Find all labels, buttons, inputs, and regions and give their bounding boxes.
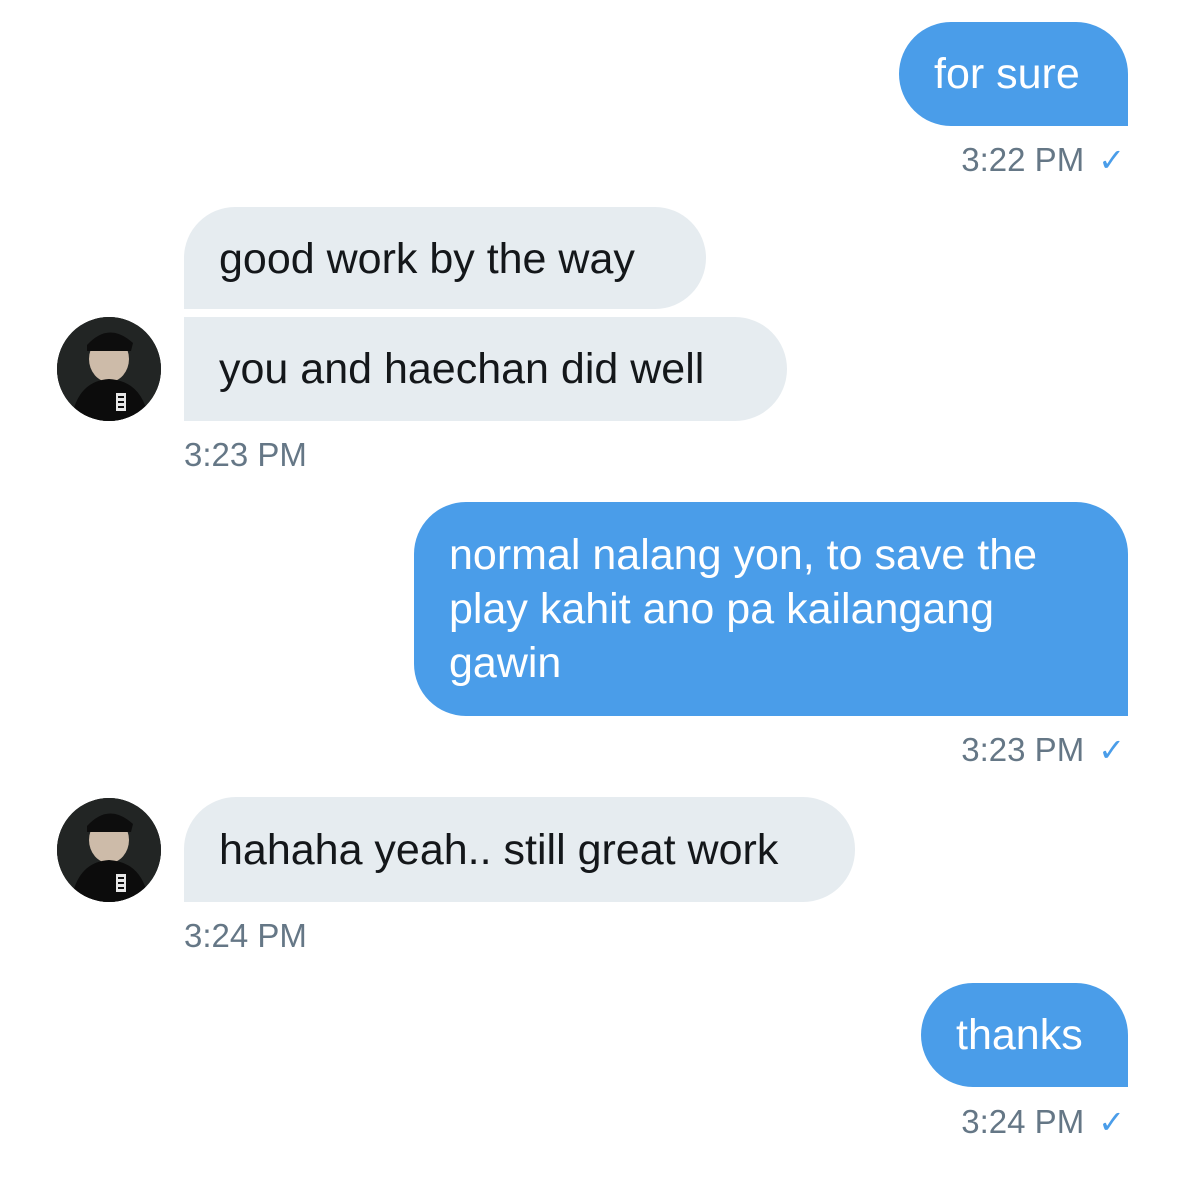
checkmark-icon: ✓	[1098, 142, 1125, 178]
avatar[interactable]	[57, 317, 161, 421]
message-text: for sure	[934, 50, 1080, 98]
message-text-line: play kahit ano pa kailangang	[449, 585, 995, 633]
message-bubble-received[interactable]: you and haechan did well	[184, 317, 787, 421]
message-text: hahaha yeah.. still great work	[219, 826, 779, 874]
message-bubble-received[interactable]: good work by the way	[184, 207, 706, 309]
message-text: you and haechan did well	[219, 345, 705, 393]
message-bubble-sent[interactable]: thanks	[921, 983, 1128, 1087]
checkmark-icon: ✓	[1098, 1104, 1125, 1140]
message-text: thanks	[956, 1011, 1083, 1059]
message-timestamp: 3:24 PM	[184, 917, 307, 954]
message-bubble-sent[interactable]: normal nalang yon, to save the play kahi…	[414, 502, 1128, 716]
avatar[interactable]	[57, 798, 161, 902]
message-text-line: normal nalang yon, to save the	[449, 531, 1038, 579]
profile-photo-icon	[57, 798, 161, 902]
checkmark-icon: ✓	[1098, 732, 1125, 768]
profile-photo-icon	[57, 317, 161, 421]
message-bubble-sent[interactable]: for sure	[899, 22, 1128, 126]
message-timestamp: 3:24 PM ✓	[961, 1103, 1125, 1140]
message-timestamp: 3:23 PM ✓	[961, 731, 1125, 768]
message-text-line: gawin	[449, 639, 562, 687]
message-bubble-received[interactable]: hahaha yeah.. still great work	[184, 797, 855, 902]
message-timestamp: 3:22 PM ✓	[961, 141, 1125, 178]
message-text: good work by the way	[219, 235, 635, 283]
message-timestamp: 3:23 PM	[184, 436, 307, 473]
